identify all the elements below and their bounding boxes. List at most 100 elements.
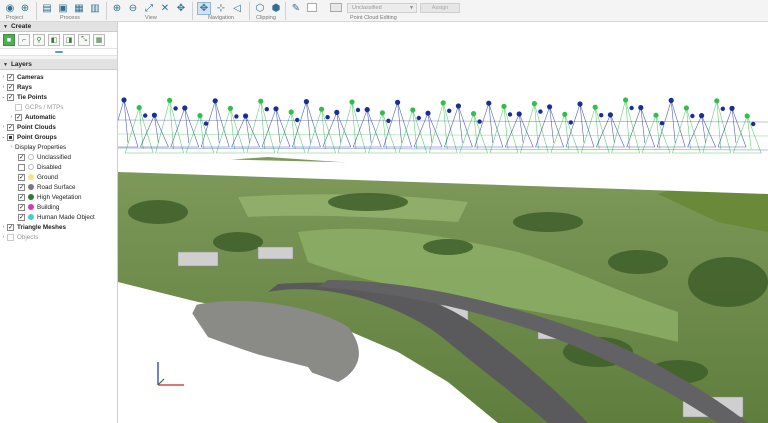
camera-position-marker[interactable]	[136, 105, 142, 111]
panel-resize-handle[interactable]	[0, 49, 117, 56]
navigation-fly-icon[interactable]: ◁	[230, 2, 244, 15]
navigation-move-icon[interactable]: ✥	[197, 2, 211, 15]
group-human-made-object[interactable]: Human Made Object	[0, 212, 117, 222]
camera-position-marker[interactable]	[349, 99, 355, 105]
camera-position-marker[interactable]	[151, 112, 157, 118]
group-disabled[interactable]: Disabled	[0, 162, 117, 172]
layer-triangle-meshes[interactable]: › Triangle Meshes	[0, 222, 117, 232]
camera-position-marker[interactable]	[531, 101, 537, 107]
group-unclassified-checkbox[interactable]	[18, 153, 25, 161]
camera-position-marker[interactable]	[455, 103, 461, 109]
group-disabled-checkbox[interactable]	[18, 163, 25, 171]
camera-position-marker[interactable]	[653, 112, 659, 118]
camera-position-marker[interactable]	[623, 97, 629, 103]
camera-position-marker[interactable]	[334, 109, 340, 115]
camera-position-marker[interactable]	[182, 105, 188, 111]
camera-position-marker[interactable]	[501, 103, 507, 109]
clipping-box-icon[interactable]: ⬡	[253, 2, 267, 15]
expand-icon[interactable]: ›	[0, 124, 7, 130]
camera-position-marker[interactable]	[379, 110, 385, 116]
camera-position-marker[interactable]	[477, 119, 482, 124]
layer-tie-points-checkbox[interactable]	[7, 93, 14, 101]
camera-position-marker[interactable]	[416, 115, 421, 121]
group-ground[interactable]: Ground	[0, 172, 117, 182]
camera-position-marker[interactable]	[364, 107, 370, 113]
process-icon-3[interactable]: ▦	[72, 2, 86, 15]
collapse-icon[interactable]: ⌄	[0, 134, 7, 140]
camera-position-marker[interactable]	[319, 106, 325, 112]
camera-position-marker[interactable]	[507, 112, 513, 117]
camera-position-marker[interactable]	[227, 105, 233, 111]
camera-position-marker[interactable]	[325, 115, 330, 120]
camera-position-marker[interactable]	[425, 110, 431, 116]
group-building[interactable]: Building	[0, 202, 117, 212]
layer-objects[interactable]: › Objects	[0, 232, 117, 242]
collapse-icon[interactable]: ⌄	[0, 94, 7, 100]
camera-position-marker[interactable]	[395, 99, 401, 105]
expand-icon[interactable]: ›	[8, 144, 15, 150]
group-human-made-object-checkbox[interactable]	[18, 213, 25, 221]
camera-position-marker[interactable]	[258, 98, 264, 104]
camera-position-marker[interactable]	[568, 120, 573, 125]
edit-color-selector[interactable]	[330, 3, 342, 12]
camera-position-marker[interactable]	[744, 113, 750, 119]
camera-position-marker[interactable]	[638, 105, 644, 111]
camera-position-marker[interactable]	[592, 104, 598, 110]
group-ground-checkbox[interactable]	[18, 173, 25, 181]
create-panel-header[interactable]: ▼ Create	[0, 22, 117, 32]
create-object-icon[interactable]: ◧	[48, 34, 60, 46]
layer-cameras-checkbox[interactable]	[7, 73, 14, 81]
create-grid-icon[interactable]: ▦	[93, 34, 105, 46]
camera-position-marker[interactable]	[447, 108, 452, 114]
layer-point-clouds[interactable]: › Point Clouds	[0, 122, 117, 132]
camera-position-marker[interactable]	[273, 106, 279, 112]
group-road-surface-checkbox[interactable]	[18, 183, 25, 191]
layer-point-clouds-checkbox[interactable]	[7, 123, 14, 131]
3d-viewport[interactable]	[118, 22, 768, 423]
expand-icon[interactable]: ›	[0, 74, 7, 80]
point-cloud-scene[interactable]	[118, 22, 768, 423]
layer-objects-checkbox[interactable]	[7, 233, 14, 241]
camera-position-marker[interactable]	[288, 109, 294, 115]
zoom-extent-icon[interactable]: ✕	[158, 2, 172, 15]
process-icon-1[interactable]: ▤	[40, 2, 54, 15]
pan-icon[interactable]: ✥	[174, 2, 188, 15]
camera-position-marker[interactable]	[714, 98, 720, 104]
expand-icon[interactable]: ›	[0, 224, 7, 230]
camera-position-marker[interactable]	[264, 107, 269, 112]
camera-position-marker[interactable]	[355, 107, 361, 113]
layer-tie-points[interactable]: ⌄ Tie Points	[0, 92, 117, 102]
camera-position-marker[interactable]	[173, 106, 178, 111]
camera-position-marker[interactable]	[197, 113, 203, 119]
camera-position-marker[interactable]	[690, 113, 695, 119]
camera-position-marker[interactable]	[668, 97, 674, 103]
layer-gcps[interactable]: GCPs / MTPs	[0, 102, 117, 112]
camera-position-marker[interactable]	[751, 121, 756, 127]
create-area-icon[interactable]: ■	[3, 34, 15, 46]
camera-position-marker[interactable]	[410, 107, 416, 113]
camera-position-marker[interactable]	[547, 104, 553, 110]
camera-position-marker[interactable]	[234, 114, 239, 119]
create-resize-icon[interactable]: ⤡	[78, 34, 90, 46]
layer-gcps-checkbox[interactable]	[15, 103, 22, 111]
camera-position-marker[interactable]	[295, 117, 300, 123]
edit-mode-selector[interactable]	[307, 3, 317, 12]
layer-triangle-meshes-checkbox[interactable]	[7, 223, 14, 231]
group-road-surface[interactable]: Road Surface	[0, 182, 117, 192]
layer-cameras[interactable]: › Cameras	[0, 72, 117, 82]
layer-rays[interactable]: › Rays	[0, 82, 117, 92]
process-icon-4[interactable]: ▥	[88, 2, 102, 15]
camera-position-marker[interactable]	[538, 109, 543, 114]
classification-select[interactable]: Unclassified ▼	[347, 3, 417, 13]
display-properties[interactable]: › Display Properties	[0, 142, 117, 152]
assign-button[interactable]: Assign	[420, 3, 460, 13]
group-building-checkbox[interactable]	[18, 203, 25, 211]
layer-automatic[interactable]: › Automatic	[0, 112, 117, 122]
project-globe-icon[interactable]: ◉	[3, 2, 17, 15]
camera-position-marker[interactable]	[303, 99, 309, 105]
camera-position-marker[interactable]	[486, 100, 492, 106]
zoom-fit-icon[interactable]: ⤢	[142, 2, 156, 15]
layer-automatic-checkbox[interactable]	[15, 113, 22, 121]
camera-position-marker[interactable]	[629, 105, 634, 111]
group-high-vegetation[interactable]: High Vegetation	[0, 192, 117, 202]
